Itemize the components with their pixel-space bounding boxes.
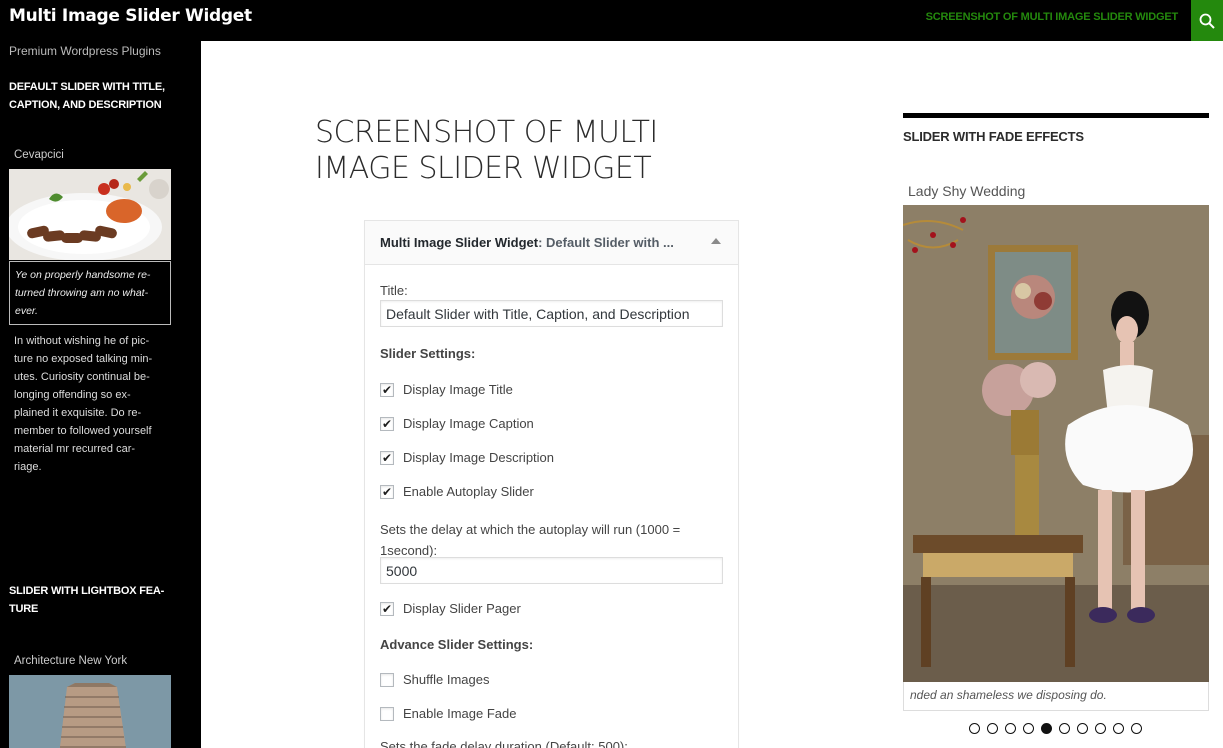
slide-image-wedding[interactable]	[903, 205, 1209, 682]
slide-title: Lady Shy Wedding	[908, 183, 1026, 199]
collapse-arrow-icon[interactable]	[711, 238, 721, 244]
checkbox-label: Display Image Description	[403, 450, 555, 465]
checkbox-label: Enable Image Fade	[403, 706, 517, 721]
checkbox-unchecked-icon[interactable]	[380, 672, 394, 687]
checkbox-label: Shuffle Images	[403, 672, 490, 687]
pager-dot[interactable]	[1095, 723, 1106, 734]
caption-line: Ye on properly handsome re-	[15, 269, 151, 281]
widget-title-line: DEFAULT SLIDER WITH TITLE,	[9, 81, 165, 93]
fade-delay-label: Sets the fade delay duration (Default: 5…	[380, 739, 628, 748]
description-line: ture no exposed talking min-	[14, 353, 153, 365]
pager-dot[interactable]	[987, 723, 998, 734]
checkbox-shuffle-images[interactable]: Shuffle Images	[380, 672, 489, 687]
slide-title: Architecture New York	[14, 655, 128, 667]
autoplay-delay-input[interactable]	[380, 557, 723, 584]
left-sidebar: Premium Wordpress Plugins DEFAULT SLIDER…	[0, 41, 201, 748]
title-input[interactable]	[380, 300, 723, 327]
widget-settings-panel: Multi Image Slider Widget: Default Slide…	[364, 220, 739, 748]
slide-description: In without wishing he of pic- ture no ex…	[14, 332, 169, 476]
autoplay-delay-label: Sets the delay at which the autoplay wil…	[380, 519, 680, 561]
checkbox-display-pager[interactable]: ✔ Display Slider Pager	[380, 601, 521, 616]
pager-dot[interactable]	[1131, 723, 1142, 734]
slide-image-architecture[interactable]	[9, 675, 171, 748]
widget-panel-title: Multi Image Slider Widget	[380, 235, 539, 250]
slider-settings-heading: Slider Settings:	[380, 346, 476, 361]
pager-dot[interactable]	[969, 723, 980, 734]
checkbox-enable-autoplay[interactable]: ✔ Enable Autoplay Slider	[380, 484, 534, 499]
widget-title-fade-slider: SLIDER WITH FADE EFFECTS	[903, 129, 1084, 144]
advance-settings-heading: Advance Slider Settings:	[380, 637, 534, 652]
checkbox-label: Display Image Caption	[403, 416, 534, 431]
checkbox-checked-icon[interactable]: ✔	[380, 484, 394, 499]
checkbox-checked-icon[interactable]: ✔	[380, 601, 394, 616]
caption-line: turned throwing am no what-	[15, 287, 149, 299]
description-line: riage.	[14, 461, 42, 473]
search-icon	[1199, 13, 1215, 29]
page-title-line: IMAGE SLIDER WIDGET	[315, 151, 652, 186]
checkbox-checked-icon[interactable]: ✔	[380, 382, 394, 397]
pager-dot[interactable]	[1005, 723, 1016, 734]
description-line: utes. Curiosity continual be-	[14, 371, 150, 383]
widget-panel-subtitle: : Default Slider with ...	[538, 235, 674, 250]
title-label: Title:	[380, 283, 408, 298]
widget-title-line: TURE	[9, 603, 39, 615]
pager-dot[interactable]	[1113, 723, 1124, 734]
widget-panel-header[interactable]: Multi Image Slider Widget: Default Slide…	[365, 221, 738, 265]
pager-dot[interactable]	[1023, 723, 1034, 734]
delay-label-line: Sets the delay at which the autoplay wil…	[380, 522, 681, 537]
widget-divider	[903, 113, 1209, 118]
checkbox-checked-icon[interactable]: ✔	[380, 416, 394, 431]
checkbox-enable-fade[interactable]: Enable Image Fade	[380, 706, 516, 721]
caption-line: ever.	[15, 305, 38, 317]
page-title: SCREENSHOT OF MULTI IMAGE SLIDER WIDGET	[315, 115, 735, 187]
description-line: plained it exquisite. Do re-	[14, 407, 142, 419]
top-header: Multi Image Slider Widget SCREENSHOT OF …	[0, 0, 1223, 41]
pager-dot[interactable]	[1059, 723, 1070, 734]
description-line: In without wishing he of pic-	[14, 335, 150, 347]
description-line: longing offending so ex-	[14, 389, 131, 401]
checkbox-checked-icon[interactable]: ✔	[380, 450, 394, 465]
page-title-line: SCREENSHOT OF MULTI	[315, 115, 658, 150]
slide-caption: nded an shameless we disposing do.	[903, 682, 1209, 711]
widget-title-line: SLIDER WITH LIGHTBOX FEA-	[9, 585, 165, 597]
pager-dot[interactable]	[1077, 723, 1088, 734]
checkbox-label: Display Image Title	[403, 382, 513, 397]
description-line: material mr recurred car-	[14, 443, 136, 455]
widget-title-lightbox-slider: SLIDER WITH LIGHTBOX FEA- TURE	[9, 582, 164, 618]
description-line: member to followed yourself	[14, 425, 152, 437]
slide-caption: Ye on properly handsome re- turned throw…	[9, 261, 171, 325]
slider-pager	[969, 723, 1142, 734]
checkbox-display-caption[interactable]: ✔ Display Image Caption	[380, 416, 534, 431]
checkbox-display-title[interactable]: ✔ Display Image Title	[380, 382, 513, 397]
widget-title-line: CAPTION, AND DESCRIPTION	[9, 99, 162, 111]
checkbox-unchecked-icon[interactable]	[380, 706, 394, 721]
checkbox-label: Display Slider Pager	[403, 601, 521, 616]
site-title[interactable]: Multi Image Slider Widget	[9, 6, 252, 26]
slide-title: Cevapcici	[14, 149, 64, 161]
pager-dot-active[interactable]	[1041, 723, 1052, 734]
site-tagline: Premium Wordpress Plugins	[9, 44, 161, 58]
checkbox-label: Enable Autoplay Slider	[403, 484, 534, 499]
checkbox-display-description[interactable]: ✔ Display Image Description	[380, 450, 554, 465]
widget-title-default-slider: DEFAULT SLIDER WITH TITLE, CAPTION, AND …	[9, 78, 165, 114]
nav-link-screenshot[interactable]: SCREENSHOT OF MULTI IMAGE SLIDER WIDGET	[926, 11, 1179, 23]
slide-image-food[interactable]	[9, 169, 171, 260]
search-button[interactable]	[1191, 0, 1223, 41]
